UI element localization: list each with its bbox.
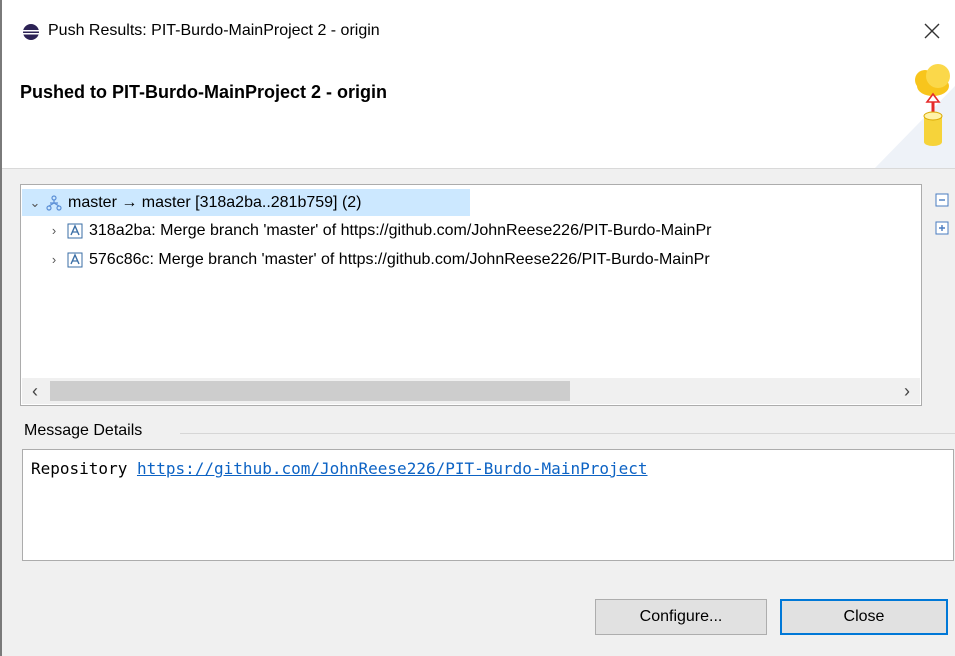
dialog-header: Pushed to PIT-Burdo-MainProject 2 - orig… xyxy=(2,56,955,169)
branch-icon xyxy=(46,195,62,211)
scroll-left-icon[interactable]: ‹ xyxy=(22,378,48,404)
collapse-all-icon[interactable] xyxy=(934,192,950,208)
title-bar: Push Results: PIT-Burdo-MainProject 2 - … xyxy=(2,6,955,56)
expand-all-icon[interactable] xyxy=(934,220,950,236)
group-divider xyxy=(180,433,955,434)
tree-row[interactable]: › 576c86c: Merge branch 'master' of http… xyxy=(21,246,921,273)
commit-icon xyxy=(67,252,83,268)
push-results-dialog: Push Results: PIT-Burdo-MainProject 2 - … xyxy=(2,6,955,656)
chevron-down-icon[interactable]: ⌄ xyxy=(28,189,42,216)
window-title: Push Results: PIT-Burdo-MainProject 2 - … xyxy=(48,22,380,39)
scroll-right-icon[interactable]: › xyxy=(894,378,920,404)
tree-row-label: 576c86c: Merge branch 'master' of https:… xyxy=(89,251,710,268)
cloud-upload-database-icon xyxy=(875,64,955,168)
tree-row-label: master → master [318a2ba..281b759] (2) xyxy=(68,194,362,211)
repository-link[interactable]: https://github.com/JohnReese226/PIT-Burd… xyxy=(137,459,648,478)
tree-row-root[interactable]: ⌄ master → master [318a2ba..281b759] (2) xyxy=(22,189,470,216)
chevron-right-icon[interactable]: › xyxy=(47,246,61,273)
tree-row-label: 318a2ba: Merge branch 'master' of https:… xyxy=(89,222,712,239)
horizontal-scrollbar[interactable]: ‹ › xyxy=(22,378,920,404)
tree-row[interactable]: › 318a2ba: Merge branch 'master' of http… xyxy=(21,217,921,244)
scrollbar-thumb[interactable] xyxy=(50,381,570,401)
close-icon[interactable] xyxy=(921,20,943,42)
message-details-label: Message Details xyxy=(24,422,147,440)
configure-button[interactable]: Configure... xyxy=(595,599,767,635)
page-title: Pushed to PIT-Burdo-MainProject 2 - orig… xyxy=(20,82,388,102)
details-prefix: Repository xyxy=(31,459,128,478)
eclipse-icon xyxy=(23,24,39,40)
commit-icon xyxy=(67,223,83,239)
push-results-tree[interactable]: ⌄ master → master [318a2ba..281b759] (2)… xyxy=(20,184,922,406)
chevron-right-icon[interactable]: › xyxy=(47,217,61,244)
message-details-box[interactable]: Repository https://github.com/JohnReese2… xyxy=(22,449,954,561)
close-button[interactable]: Close xyxy=(780,599,948,635)
